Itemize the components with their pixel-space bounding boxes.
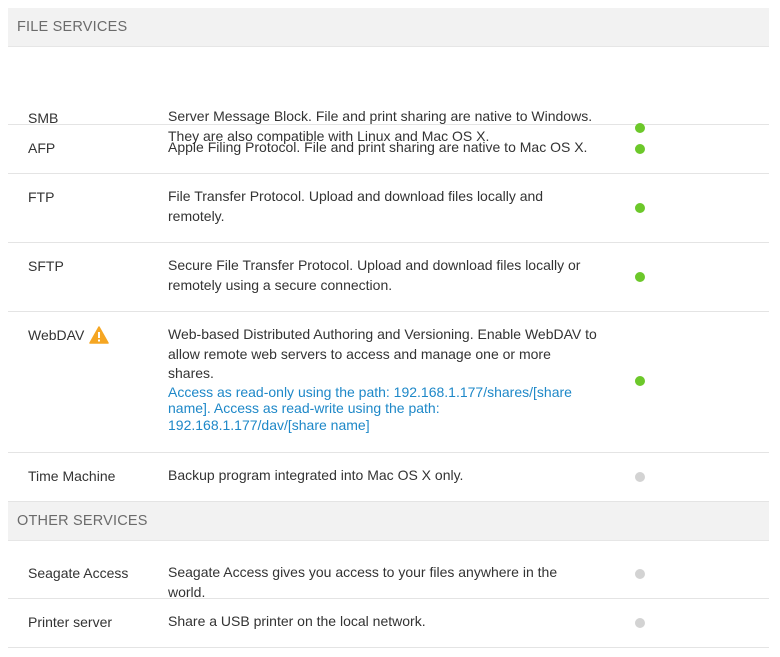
service-row-sftp: SFTP Secure File Transfer Protocol. Uplo… bbox=[8, 243, 769, 312]
webdav-path-link[interactable]: Access as read-only using the path: 192.… bbox=[168, 384, 598, 434]
service-name: FTP bbox=[28, 189, 55, 205]
service-row-webdav: WebDAV Web-based Distributed Authoring a… bbox=[8, 312, 769, 453]
service-description-group: Web-based Distributed Authoring and Vers… bbox=[168, 325, 598, 433]
service-row-smb: SMB Server Message Block. File and print… bbox=[8, 47, 769, 144]
services-panel: FILE SERVICES SMB Server Message Block. … bbox=[8, 8, 769, 648]
service-description: Backup program integrated into Mac OS X … bbox=[168, 467, 464, 483]
service-name: Time Machine bbox=[28, 468, 116, 484]
status-indicator-ftp[interactable] bbox=[635, 203, 645, 213]
section-title: OTHER SERVICES bbox=[17, 513, 148, 529]
service-row-time-machine: Time Machine Backup program integrated i… bbox=[8, 453, 769, 502]
service-description: Secure File Transfer Protocol. Upload an… bbox=[168, 257, 581, 293]
status-indicator-sftp[interactable] bbox=[635, 272, 645, 282]
service-description: Web-based Distributed Authoring and Vers… bbox=[168, 326, 597, 382]
service-row-afp: AFP Apple Filing Protocol. File and prin… bbox=[8, 125, 769, 174]
service-name: Printer server bbox=[28, 614, 113, 630]
status-indicator-webdav[interactable] bbox=[635, 376, 645, 386]
service-description: Share a USB printer on the local network… bbox=[168, 613, 426, 629]
status-indicator-seagate-access[interactable] bbox=[635, 569, 645, 579]
other-services-header: OTHER SERVICES bbox=[8, 502, 769, 541]
service-description: File Transfer Protocol. Upload and downl… bbox=[168, 188, 544, 224]
service-name: Seagate Access bbox=[28, 565, 129, 581]
service-row-seagate-access: Seagate Access Seagate Access gives you … bbox=[8, 541, 769, 600]
status-indicator-time-machine[interactable] bbox=[635, 472, 645, 482]
service-description: Seagate Access gives you access to your … bbox=[168, 564, 558, 600]
status-indicator-printer-server[interactable] bbox=[635, 618, 645, 628]
section-title: FILE SERVICES bbox=[17, 19, 128, 35]
warning-icon[interactable] bbox=[89, 326, 110, 344]
service-name-group: WebDAV bbox=[28, 325, 110, 345]
service-row-printer-server: Printer server Share a USB printer on th… bbox=[8, 599, 769, 648]
service-name: WebDAV bbox=[28, 327, 85, 343]
status-indicator-afp[interactable] bbox=[635, 144, 645, 154]
service-row-ftp: FTP File Transfer Protocol. Upload and d… bbox=[8, 174, 769, 243]
file-services-header: FILE SERVICES bbox=[8, 8, 769, 47]
service-description: Apple Filing Protocol. File and print sh… bbox=[168, 139, 588, 155]
service-name: AFP bbox=[28, 140, 56, 156]
service-name: SFTP bbox=[28, 258, 64, 274]
